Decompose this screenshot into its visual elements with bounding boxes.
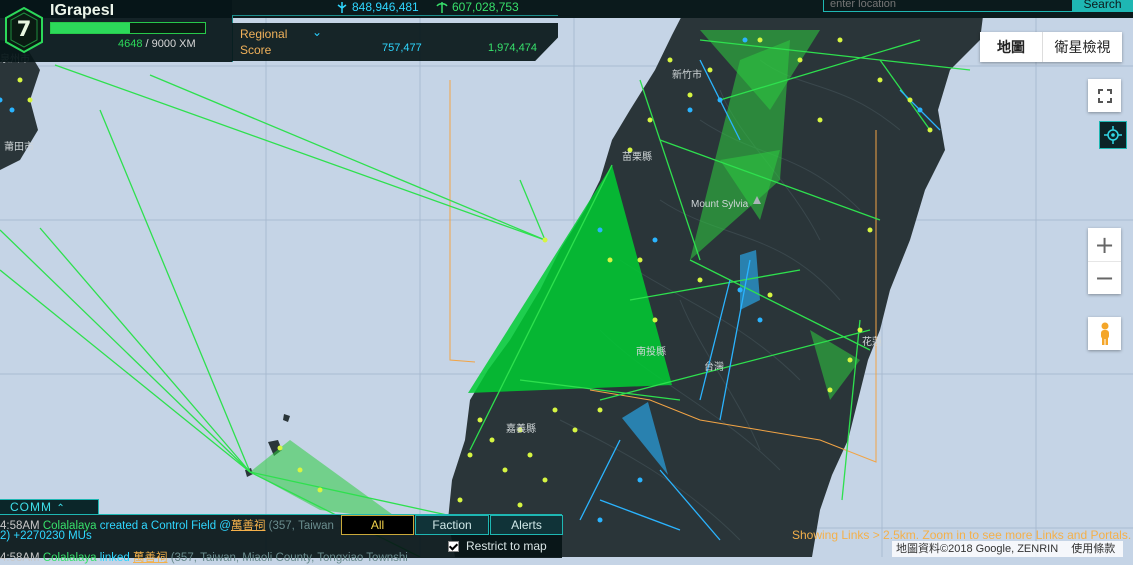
xp-progress-fill bbox=[51, 23, 131, 33]
fullscreen-icon bbox=[1097, 88, 1112, 103]
map-label-city: 莆田市 bbox=[4, 140, 34, 153]
regional-score-panel[interactable]: Regional Score ⌄ 757,477 1,974,474 bbox=[232, 23, 558, 61]
enlightened-global-score: 607,028,753 bbox=[452, 0, 519, 14]
locate-me-button[interactable] bbox=[1099, 121, 1127, 149]
chevron-up-icon: ⌃ bbox=[56, 503, 66, 514]
comm-filter-tabs[interactable]: All Faction Alerts bbox=[341, 515, 564, 535]
satellite-view-button[interactable]: 衛星檢視 bbox=[1043, 32, 1122, 62]
comm-action: linked bbox=[99, 552, 133, 564]
tab-all[interactable]: All bbox=[341, 515, 414, 535]
global-score-strip[interactable]: 848,946,481 607,028,753 bbox=[232, 0, 558, 16]
comm-time: 4:58AM bbox=[0, 552, 40, 564]
regional-score-label: Regional Score bbox=[240, 27, 288, 57]
map-type-control[interactable]: 地圖 衛星檢視 bbox=[980, 32, 1122, 62]
xp-separator: / bbox=[142, 38, 152, 50]
restrict-checkbox[interactable] bbox=[448, 540, 459, 552]
street-view-button[interactable] bbox=[1088, 317, 1121, 350]
comm-message-continuation: 2) +2270230 MUs bbox=[0, 530, 345, 542]
agent-panel[interactable]: 7 IGrapesI 4648 / 9000 XM bbox=[0, 0, 233, 62]
comm-location: (357, Taiwan, Miaoli County, Tongxiao To… bbox=[167, 552, 408, 564]
pegman-icon bbox=[1100, 322, 1109, 345]
crosshair-icon bbox=[1104, 126, 1122, 144]
map-label-city: 南投縣 bbox=[636, 345, 666, 358]
zoom-out-button[interactable]: − bbox=[1088, 262, 1121, 294]
comm-message[interactable]: 4:58AM Colalalaya linked 萬善祠 (357, Taiwa… bbox=[0, 549, 440, 565]
location-search-input[interactable] bbox=[823, 0, 1085, 12]
regional-resistance-score: 757,477 bbox=[382, 42, 422, 54]
comm-toggle[interactable]: COMM ⌃ bbox=[0, 499, 99, 515]
comm-label: COMM bbox=[10, 500, 52, 514]
resistance-global-score: 848,946,481 bbox=[352, 0, 419, 14]
fullscreen-button[interactable] bbox=[1088, 79, 1121, 112]
search-button[interactable]: Search bbox=[1072, 0, 1133, 12]
map-label-mount: Mount Sylvia bbox=[691, 199, 749, 210]
comm-mu-gain: 2) +2270230 MUs bbox=[0, 530, 92, 542]
regional-enlightened-score: 1,974,474 bbox=[488, 42, 537, 54]
xp-progress-bar bbox=[50, 22, 206, 34]
agent-level: 7 bbox=[16, 17, 32, 41]
zoom-in-button[interactable]: + bbox=[1088, 229, 1121, 262]
agent-name[interactable]: IGrapesI bbox=[50, 2, 114, 20]
xp-total: 9000 XM bbox=[151, 38, 196, 50]
links-notice: Showing Links > 2.5km. Zoom in to see mo… bbox=[792, 528, 1132, 542]
comm-portal-link[interactable]: 萬善祠 bbox=[133, 552, 168, 564]
map-view-button[interactable]: 地圖 bbox=[980, 32, 1043, 62]
comm-panel[interactable]: 4:58AM Colalalaya created a Control Fiel… bbox=[0, 514, 564, 564]
map-label-city: 嘉義縣 bbox=[506, 422, 536, 435]
map-label-city: 台灣 bbox=[704, 360, 724, 373]
attribution-text: 地圖資料©2018 Google, ZENRIN bbox=[896, 543, 1059, 555]
map-label-city: 花蓮 bbox=[862, 335, 882, 348]
map-label-city: 新竹市 bbox=[672, 68, 702, 81]
zoom-control[interactable]: + − bbox=[1088, 228, 1121, 294]
tab-alerts[interactable]: Alerts bbox=[490, 515, 563, 535]
chevron-down-icon[interactable]: ⌄ bbox=[312, 25, 322, 39]
map-canvas[interactable]: Mount Sylvia 南投縣 台灣 嘉義縣 苗栗縣 花蓮 新竹市 泉州市 莆… bbox=[0, 0, 1133, 557]
map-label-city: 苗栗縣 bbox=[622, 151, 652, 163]
restrict-to-map-option[interactable]: Restrict to map bbox=[448, 539, 547, 553]
resistance-faction-icon bbox=[436, 2, 448, 13]
map-attribution: 地圖資料©2018 Google, ZENRIN 使用條款 bbox=[892, 541, 1124, 557]
terms-link[interactable]: 使用條款 bbox=[1071, 543, 1115, 555]
xp-readout: 4648 / 9000 XM bbox=[118, 38, 196, 50]
tab-faction[interactable]: Faction bbox=[415, 515, 489, 535]
restrict-label: Restrict to map bbox=[466, 539, 547, 553]
comm-agent[interactable]: Colalalaya bbox=[43, 552, 97, 564]
enlightened-faction-icon bbox=[337, 2, 347, 13]
xp-current: 4648 bbox=[118, 38, 143, 50]
